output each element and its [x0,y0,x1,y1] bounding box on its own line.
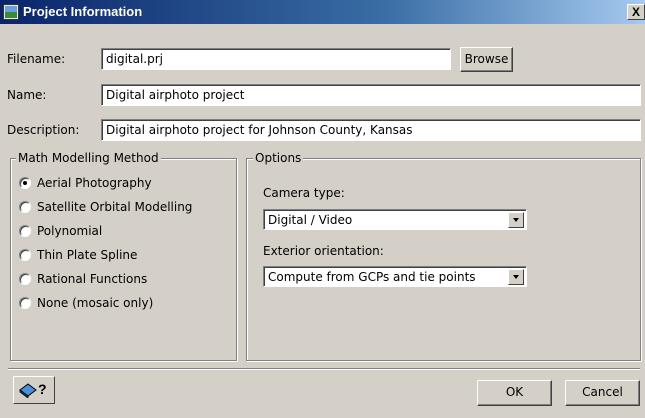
browse-button[interactable]: Browse [460,47,513,72]
exterior-orientation-select[interactable]: Compute from GCPs and tie points [263,266,527,287]
help-book-icon [19,383,37,398]
footer-separator [8,368,640,370]
options-legend: Options [253,151,304,165]
exterior-orientation-label: Exterior orientation: [263,244,384,258]
radio-label: None (mosaic only) [37,296,154,310]
dropdown-arrow-icon[interactable] [508,269,524,285]
ok-button[interactable]: OK [477,380,552,406]
radio-label: Aerial Photography [37,176,152,190]
camera-type-label: Camera type: [263,186,345,200]
name-field[interactable]: Digital airphoto project [101,84,641,106]
cancel-button[interactable]: Cancel [565,380,640,406]
close-button[interactable]: X [627,4,645,20]
camera-type-value: Digital / Video [268,213,353,227]
window-title: Project Information [23,4,143,19]
name-label: Name: [7,88,47,102]
radio-label: Polynomial [37,224,103,238]
title-bar: Project Information X [0,0,645,24]
radio-label: Rational Functions [37,272,148,286]
description-label: Description: [7,123,80,137]
dropdown-arrow-icon[interactable] [508,212,524,228]
exterior-orientation-value: Compute from GCPs and tie points [268,270,476,284]
radio-label: Satellite Orbital Modelling [37,200,193,214]
help-question-mark: ? [38,381,47,397]
radio-label: Thin Plate Spline [37,248,138,262]
description-field[interactable]: Digital airphoto project for Johnson Cou… [101,119,641,141]
math-modelling-legend: Math Modelling Method [16,151,161,165]
filename-field[interactable]: digital.prj [101,48,451,70]
app-icon [3,4,19,20]
help-button[interactable]: ? [13,376,55,404]
camera-type-select[interactable]: Digital / Video [263,209,527,230]
filename-label: Filename: [7,52,66,66]
